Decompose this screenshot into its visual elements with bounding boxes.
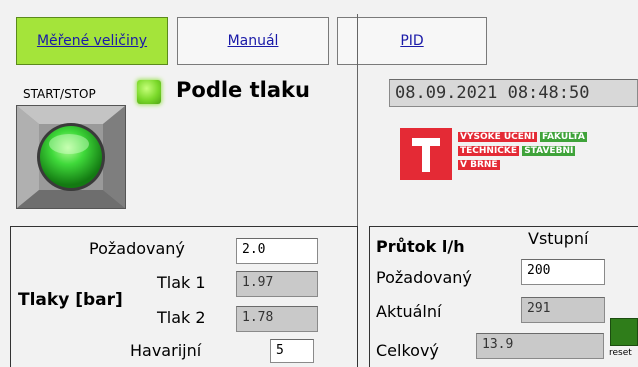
pressure-emergency-label: Havarijní — [130, 341, 202, 360]
start-stop-button-icon — [17, 106, 125, 208]
reset-button[interactable] — [610, 318, 638, 346]
pressure-2-value: 1.78 — [236, 306, 318, 332]
flow-column-label: Vstupní — [528, 229, 589, 248]
flow-actual-value: 291 — [521, 297, 605, 323]
pressure-required-label: Požadovaný — [89, 239, 185, 258]
pressure-1-label: Tlak 1 — [157, 273, 206, 292]
vut-fast-logo: VYSOKÉ UČENÍ FAKULTA TECHNICKÉ STAVEBNÍ … — [400, 128, 630, 180]
flow-title: Průtok l/h — [376, 237, 465, 256]
pressure-required-input[interactable]: 2.0 — [236, 238, 318, 264]
tab-measured-values[interactable]: Měřené veličiny — [16, 17, 168, 65]
reset-label: reset — [609, 348, 632, 358]
logo-mark — [400, 128, 452, 180]
logo-text-2b: STAVEBNÍ — [522, 146, 576, 156]
start-stop-label: START/STOP — [23, 87, 96, 101]
flow-actual-label: Aktuální — [376, 302, 442, 321]
flow-required-label: Požadovaný — [376, 268, 472, 287]
flow-required-input[interactable]: 200 — [521, 259, 605, 285]
pressure-2-label: Tlak 2 — [157, 308, 206, 327]
start-stop-button[interactable] — [16, 105, 126, 209]
pressure-title: Tlaky [bar] — [18, 290, 123, 310]
logo-text-2a: TECHNICKÉ — [458, 146, 520, 156]
pressure-1-value: 1.97 — [236, 271, 318, 297]
logo-t-icon — [412, 138, 440, 172]
flow-total-value: 13.9 — [476, 333, 604, 359]
logo-text-3: V BRNĚ — [458, 160, 500, 170]
mode-label: Podle tlaku — [176, 78, 310, 102]
logo-text-1b: FAKULTA — [539, 132, 587, 142]
tab-pid[interactable]: PID — [337, 17, 487, 65]
logo-text-1a: VYSOKÉ UČENÍ — [458, 132, 537, 142]
mode-indicator-led — [137, 80, 161, 104]
pressure-emergency-input[interactable]: 5 — [270, 339, 314, 363]
flow-total-label: Celkový — [376, 341, 439, 360]
tab-manual[interactable]: Manuál — [177, 17, 329, 65]
datetime-display: 08.09.2021 08:48:50 — [389, 79, 638, 107]
divider — [357, 14, 358, 227]
